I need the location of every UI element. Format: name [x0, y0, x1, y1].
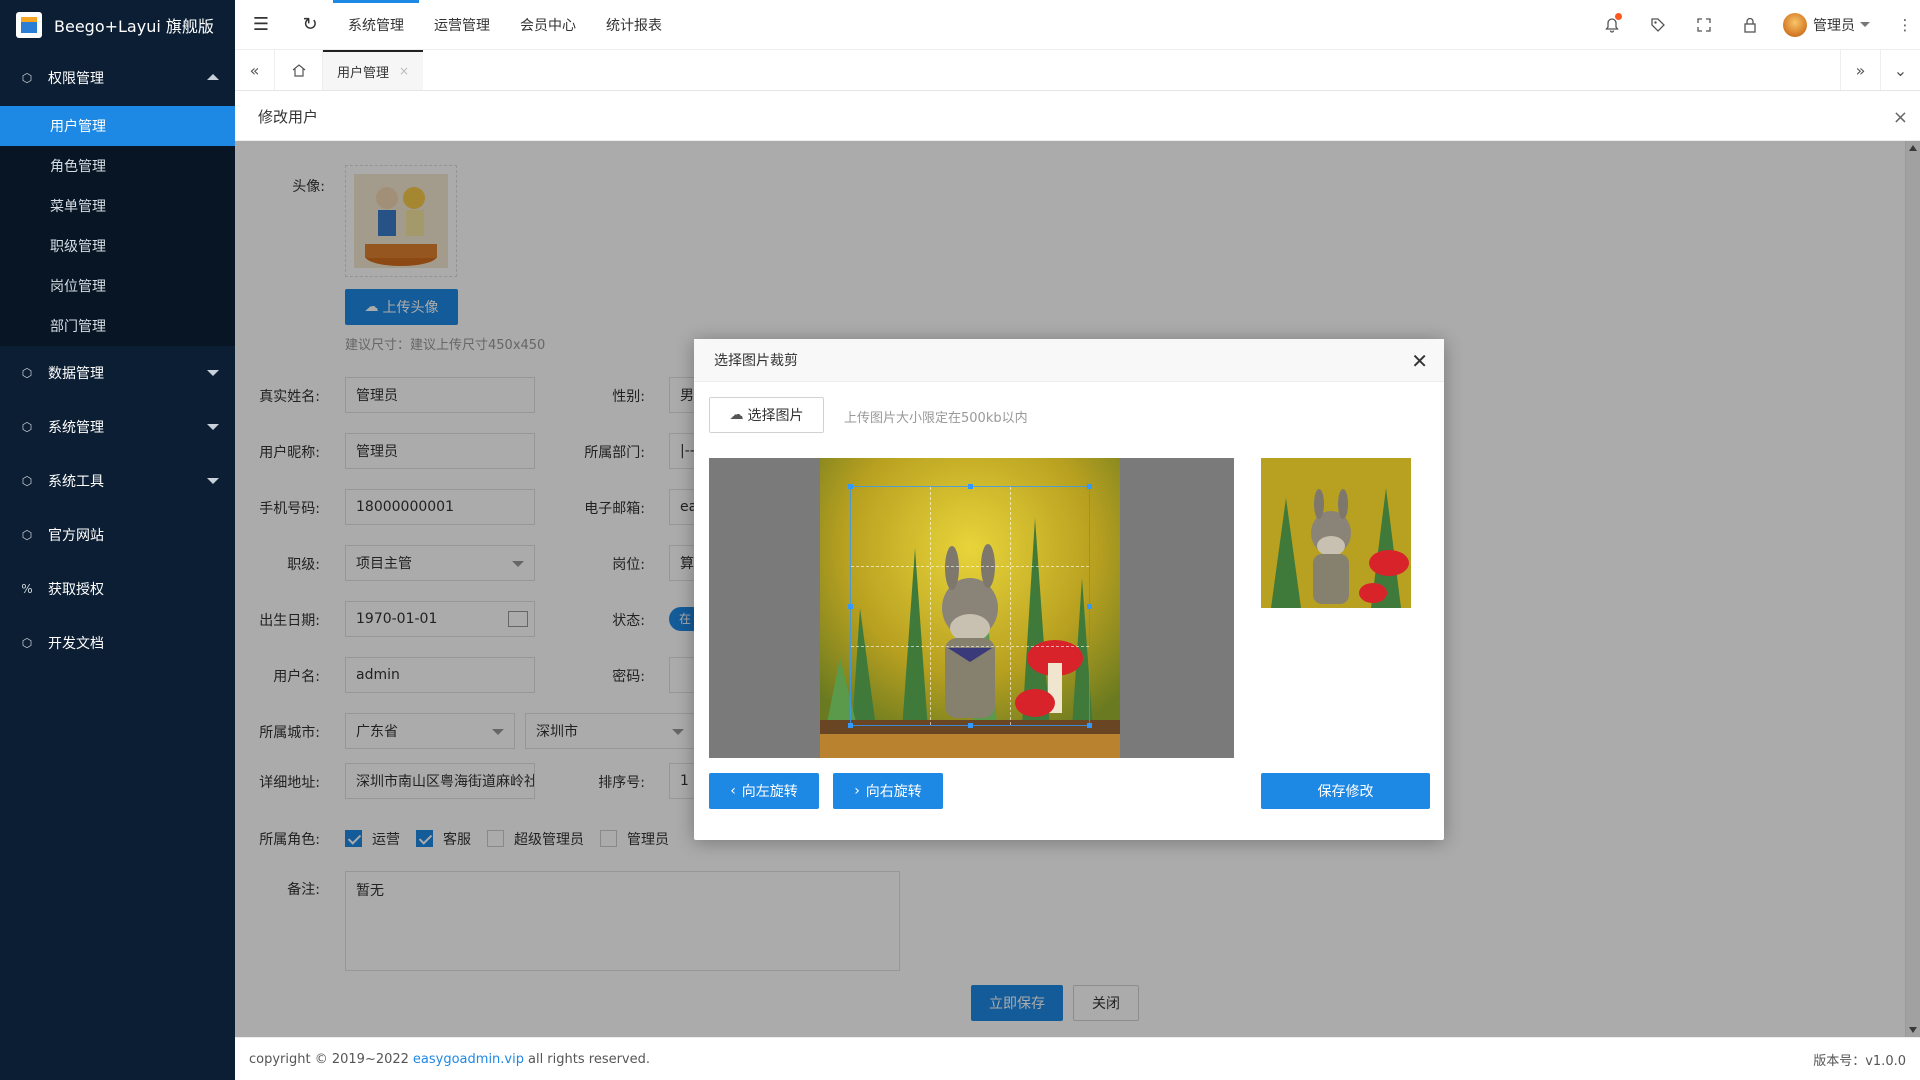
chevron-left-icon: ‹ — [730, 783, 736, 799]
choose-image-label: 选择图片 — [747, 408, 804, 424]
cloud-upload-icon: ☁ — [729, 407, 744, 423]
upload-size-hint: 上传图片大小限定在500kb以内 — [844, 411, 1028, 426]
sidebar-item-departments[interactable]: 部门管理 — [0, 306, 235, 346]
tab-user-management[interactable]: 用户管理 × — [323, 50, 423, 90]
chevron-down-icon — [207, 424, 219, 430]
percent-icon: % — [21, 582, 33, 596]
choose-image-button[interactable]: ☁ 选择图片 — [709, 397, 824, 433]
chevron-down-icon[interactable]: ⌄ — [1880, 50, 1920, 90]
rotate-left-button[interactable]: ‹ 向左旋转 — [709, 773, 819, 809]
sidebar-group-label: 系统管理 — [48, 420, 104, 436]
close-icon[interactable]: × — [399, 64, 409, 78]
crop-dialog: 选择图片裁剪 ✕ ☁ 选择图片 上传图片大小限定在500kb以内 ‹ 向左旋转 … — [694, 339, 1444, 840]
menu-toggle-icon[interactable]: ☰ — [235, 0, 287, 50]
cube-icon: ⬡ — [21, 420, 33, 434]
sidebar-item-positions[interactable]: 岗位管理 — [0, 266, 235, 306]
top-menu-member[interactable]: 会员中心 — [505, 0, 591, 50]
bell-icon[interactable] — [1589, 0, 1635, 50]
footer: copyright © 2019~2022 easygoadmin.vip al… — [235, 1037, 1920, 1080]
chevron-down-icon — [207, 478, 219, 484]
sidebar-submenu: 用户管理 角色管理 菜单管理 职级管理 岗位管理 部门管理 — [0, 106, 235, 346]
sidebar-group-tools[interactable]: ⬡ 系统工具 — [0, 454, 235, 508]
top-header: ☰ ↻ 系统管理 运营管理 会员中心 统计报表 管理员 ⋮ — [235, 0, 1920, 50]
tag-icon[interactable] — [1635, 0, 1681, 50]
fullscreen-icon[interactable] — [1681, 0, 1727, 50]
save-crop-button[interactable]: 保存修改 — [1261, 773, 1430, 809]
sidebar-group-system[interactable]: ⬡ 系统管理 — [0, 400, 235, 454]
sidebar-group-label: 系统工具 — [48, 474, 104, 490]
cube-icon: ⬡ — [21, 366, 33, 380]
notification-dot — [1615, 12, 1622, 20]
home-icon[interactable] — [275, 50, 323, 90]
close-icon[interactable]: ✕ — [1411, 349, 1428, 373]
chevron-down-icon — [207, 370, 219, 376]
more-vertical-icon[interactable]: ⋮ — [1890, 0, 1920, 50]
sidebar-item-label: 官方网站 — [48, 528, 104, 544]
resize-handle[interactable] — [848, 723, 853, 728]
resize-handle[interactable] — [848, 484, 853, 489]
resize-handle[interactable] — [848, 604, 853, 609]
cube-icon: ⬡ — [21, 636, 33, 650]
sidebar-item-website[interactable]: ⬡ 官方网站 — [0, 508, 235, 562]
cube-icon: ⬡ — [21, 528, 33, 542]
crop-source-image — [820, 458, 1120, 758]
tabs-scroll-left-icon[interactable]: « — [235, 50, 275, 90]
resize-handle[interactable] — [1087, 484, 1092, 489]
sidebar-group-label: 权限管理 — [48, 71, 104, 87]
user-menu[interactable]: 管理员 — [1773, 12, 1890, 37]
sidebar-item-users[interactable]: 用户管理 — [0, 106, 235, 146]
cube-icon: ⬡ — [21, 474, 33, 488]
top-menu-operation[interactable]: 运营管理 — [419, 0, 505, 50]
crop-preview — [1261, 458, 1411, 608]
chevron-up-icon — [207, 74, 219, 80]
cube-icon: ⬡ — [21, 71, 33, 85]
tabs-bar: « 用户管理 × » ⌄ — [235, 50, 1920, 91]
tabs-scroll-right-icon[interactable]: » — [1840, 50, 1880, 90]
refresh-icon[interactable]: ↻ — [287, 0, 333, 50]
app-title: Beego+Layui 旗舰版 — [54, 17, 214, 36]
copyright-text: copyright © 2019~2022 — [249, 1051, 409, 1067]
copyright-suffix: all rights reserved. — [527, 1051, 651, 1067]
top-menu-system[interactable]: 系统管理 — [333, 0, 419, 50]
page-title: 修改用户 — [258, 107, 319, 126]
sidebar-item-docs[interactable]: ⬡ 开发文档 — [0, 616, 235, 670]
lock-icon[interactable] — [1727, 0, 1773, 50]
chevron-right-icon: › — [854, 783, 860, 799]
app-logo[interactable]: Beego+Layui 旗舰版 — [0, 0, 235, 50]
sidebar-group-label: 数据管理 — [48, 366, 104, 382]
sidebar-item-label: 开发文档 — [48, 636, 104, 652]
sidebar-item-license[interactable]: % 获取授权 — [0, 562, 235, 616]
resize-handle[interactable] — [1087, 604, 1092, 609]
rotate-left-label: 向左旋转 — [741, 784, 798, 800]
close-icon[interactable]: × — [1893, 107, 1908, 128]
crop-canvas[interactable] — [709, 458, 1234, 758]
avatar — [1783, 12, 1807, 37]
sidebar-item-levels[interactable]: 职级管理 — [0, 226, 235, 266]
crop-selection-box[interactable] — [848, 484, 1092, 728]
rotate-right-button[interactable]: › 向右旋转 — [833, 773, 943, 809]
footer-link[interactable]: easygoadmin.vip — [413, 1052, 524, 1067]
top-menu-stats[interactable]: 统计报表 — [591, 0, 677, 50]
sidebar-group-data[interactable]: ⬡ 数据管理 — [0, 346, 235, 400]
tab-label: 用户管理 — [337, 65, 390, 81]
page-title-bar: 修改用户 × — [235, 92, 1920, 141]
resize-handle[interactable] — [968, 484, 973, 489]
caret-down-icon — [1860, 22, 1870, 27]
user-name: 管理员 — [1813, 17, 1855, 34]
resize-handle[interactable] — [1087, 723, 1092, 728]
sidebar-group-permission[interactable]: ⬡ 权限管理 — [0, 50, 235, 106]
version-text: 版本号：v1.0.0 — [1813, 1053, 1906, 1069]
sidebar: Beego+Layui 旗舰版 ⬡ 权限管理 用户管理 角色管理 菜单管理 职级… — [0, 0, 235, 1080]
rotate-right-label: 向右旋转 — [865, 784, 922, 800]
sidebar-item-menus[interactable]: 菜单管理 — [0, 186, 235, 226]
dialog-title: 选择图片裁剪 — [714, 353, 798, 369]
sidebar-item-roles[interactable]: 角色管理 — [0, 146, 235, 186]
sidebar-item-label: 获取授权 — [48, 582, 104, 598]
resize-handle[interactable] — [968, 723, 973, 728]
logo-icon — [16, 12, 42, 38]
dialog-header: 选择图片裁剪 ✕ — [694, 339, 1444, 382]
